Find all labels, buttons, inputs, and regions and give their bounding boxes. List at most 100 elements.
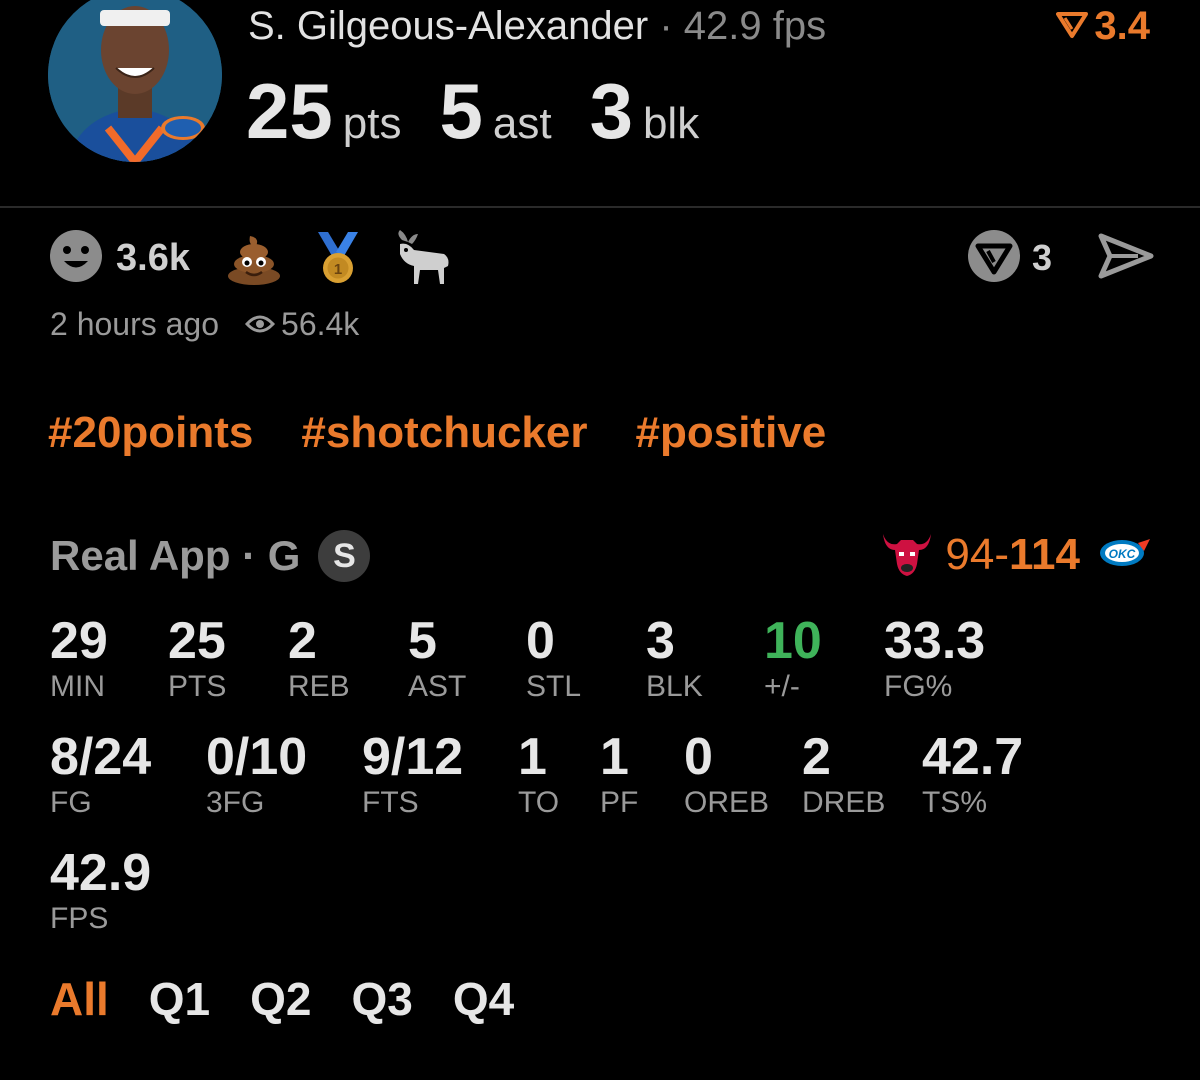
player-fps: 42.9 fps — [683, 4, 827, 48]
stat-value: 2 — [288, 612, 317, 670]
stat-cell: 25 PTS — [168, 612, 226, 704]
stat-cell: 5 AST — [408, 612, 466, 704]
stat-cell: 42.9 FPS — [50, 844, 151, 936]
poop-emoji[interactable] — [226, 230, 282, 286]
game-source: Real App · G S — [50, 528, 371, 584]
headline-value: 5 — [439, 67, 483, 155]
stat-value: 8/24 — [50, 728, 152, 786]
away-score: 94 — [945, 530, 995, 579]
stat-label: BLK — [646, 670, 703, 703]
stat-value: 9/12 — [362, 728, 464, 786]
hashtag[interactable]: #20points — [48, 408, 253, 458]
score-text: 94-114 — [945, 530, 1080, 580]
quarter-tabs: All Q1 Q2 Q3 Q4 — [50, 972, 514, 1026]
stat-cell: 33.3 FG% — [884, 612, 985, 704]
stat-label: REB — [288, 670, 350, 703]
home-score: 114 — [1009, 530, 1080, 579]
headline-stats: 25 pts 5 ast 3 blk — [246, 66, 737, 156]
rating-badge[interactable]: 3.4 — [1056, 2, 1150, 50]
title-separator: · — [659, 4, 673, 48]
svg-text:OKC: OKC — [1109, 547, 1136, 561]
stat-value: 25 — [168, 612, 226, 670]
stat-value: 0 — [684, 728, 713, 786]
player-title: S. Gilgeous-Alexander · 42.9 fps — [248, 2, 826, 50]
stat-cell: 9/12 FTS — [362, 728, 463, 820]
game-score[interactable]: 94-114 OKC — [881, 526, 1150, 584]
stat-value: 42.7 — [922, 728, 1024, 786]
smile-icon[interactable] — [48, 228, 104, 289]
stat-label: TS% — [922, 786, 988, 819]
stat-value: 10 — [764, 612, 822, 670]
stat-value: 42.9 — [50, 844, 152, 902]
stat-cell: 0 OREB — [684, 728, 769, 820]
svg-text:1: 1 — [334, 261, 342, 278]
stat-cell: 1 PF — [600, 728, 638, 820]
stat-value: 29 — [50, 612, 108, 670]
stat-value: 0/10 — [206, 728, 308, 786]
stat-label: MIN — [50, 670, 105, 703]
view-count-group: 56.4k — [244, 306, 360, 343]
rating-value: 3.4 — [1094, 4, 1150, 48]
stat-label: FTS — [362, 786, 419, 819]
headline-value: 3 — [589, 67, 633, 155]
stat-label: FG% — [884, 670, 953, 703]
headline-unit: pts — [342, 99, 402, 148]
stat-label: 3FG — [206, 786, 265, 819]
stat-cell: 1 TO — [518, 728, 559, 820]
stat-label: OREB — [684, 786, 770, 819]
thunder-logo-icon: OKC — [1098, 537, 1150, 574]
tab-all[interactable]: All — [50, 972, 109, 1026]
game-badge: S — [318, 530, 371, 582]
reactions-bar: 3.6k 1 — [48, 228, 482, 288]
post-actions: 3 — [966, 228, 1154, 288]
hashtag[interactable]: #shotchucker — [301, 408, 587, 458]
stat-cell: 10 +/- — [764, 612, 822, 704]
comment-icon[interactable] — [966, 228, 1022, 289]
goat-emoji[interactable] — [394, 230, 452, 286]
view-count: 56.4k — [281, 306, 360, 342]
stat-value: 3 — [646, 612, 675, 670]
stat-cell: 3 BLK — [646, 612, 703, 704]
hashtag-list: #20points #shotchucker #positive — [48, 408, 826, 458]
stat-label: FPS — [50, 902, 109, 935]
tab-q4[interactable]: Q4 — [453, 972, 514, 1026]
stat-value: 5 — [408, 612, 437, 670]
headline-value: 25 — [246, 67, 333, 155]
reaction-count: 3.6k — [116, 236, 190, 279]
stat-label: PF — [600, 786, 639, 819]
player-name[interactable]: S. Gilgeous-Alexander — [248, 4, 648, 48]
rating-icon — [1056, 2, 1089, 50]
stat-cell: 0/10 3FG — [206, 728, 307, 820]
stat-label: AST — [408, 670, 467, 703]
stat-label: DREB — [802, 786, 886, 819]
stat-value: 0 — [526, 612, 555, 670]
share-icon[interactable] — [1098, 232, 1154, 285]
medal-emoji[interactable]: 1 — [312, 230, 364, 286]
stat-cell: 42.7 TS% — [922, 728, 1023, 820]
stat-value: 1 — [518, 728, 547, 786]
stat-value: 1 — [600, 728, 629, 786]
stat-value: 33.3 — [884, 612, 986, 670]
player-avatar[interactable] — [48, 0, 222, 162]
divider — [0, 206, 1200, 208]
stat-label: +/- — [764, 670, 800, 703]
stat-cell: 0 STL — [526, 612, 581, 704]
stat-label: STL — [526, 670, 582, 703]
post-meta: 2 hours ago 56.4k — [50, 306, 359, 343]
stat-label: FG — [50, 786, 92, 819]
stat-cell: 2 REB — [288, 612, 350, 704]
game-source-label: Real App · G — [50, 532, 301, 579]
tab-q2[interactable]: Q2 — [250, 972, 311, 1026]
stat-cell: 29 MIN — [50, 612, 108, 704]
stat-label: TO — [518, 786, 560, 819]
stat-cell: 2 DREB — [802, 728, 885, 820]
tab-q3[interactable]: Q3 — [352, 972, 413, 1026]
post-card: S. Gilgeous-Alexander · 42.9 fps 3.4 25 … — [0, 0, 1200, 1080]
eye-icon — [244, 306, 276, 343]
tab-q1[interactable]: Q1 — [149, 972, 210, 1026]
stat-value: 2 — [802, 728, 831, 786]
score-separator: - — [994, 530, 1010, 579]
headline-unit: ast — [492, 99, 552, 148]
bulls-logo-icon — [881, 528, 933, 583]
hashtag[interactable]: #positive — [636, 408, 827, 458]
